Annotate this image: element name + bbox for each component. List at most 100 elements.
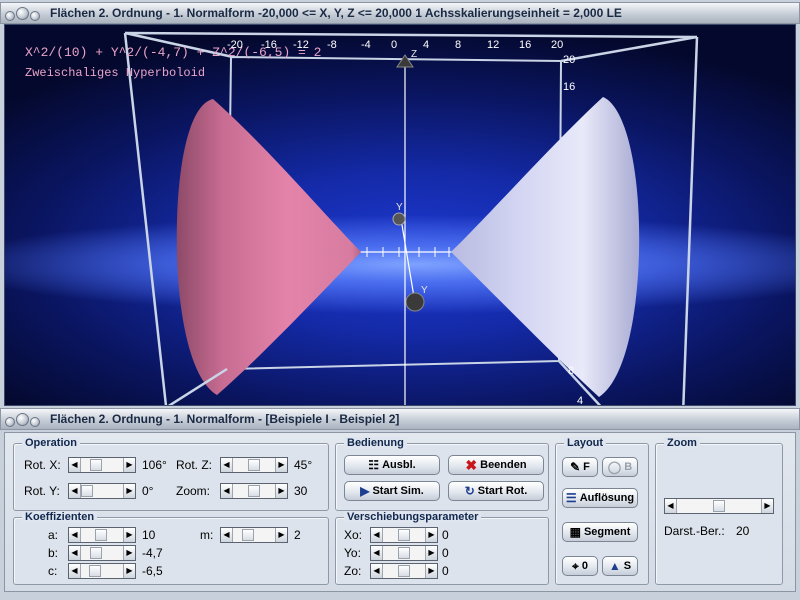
coef-m-value: 2 xyxy=(294,528,301,542)
slider-thumb[interactable] xyxy=(248,485,260,497)
slider-thumb[interactable] xyxy=(90,547,102,559)
3d-view[interactable]: X^2/(10) + Y^2/(-4,7) + Z^2/(-6,5) = 2 Z… xyxy=(4,24,796,406)
rot-y-slider[interactable]: ◀ ▶ xyxy=(68,483,136,499)
eraser-icon: ▲ xyxy=(608,559,621,573)
app-window: Flächen 2. Ordnung - 1. Normalform -20,0… xyxy=(0,0,800,600)
slider-thumb[interactable] xyxy=(242,529,254,541)
slider-left-arrow-icon[interactable]: ◀ xyxy=(221,458,233,472)
slider-right-arrow-icon[interactable]: ▶ xyxy=(123,546,135,560)
coef-c-label: c: xyxy=(48,564,58,578)
slider-thumb[interactable] xyxy=(95,529,107,541)
b-button-label: B xyxy=(624,461,633,473)
slider-left-arrow-icon[interactable]: ◀ xyxy=(69,484,81,498)
slider-right-arrow-icon[interactable]: ▶ xyxy=(123,484,135,498)
slider-thumb[interactable] xyxy=(713,500,725,512)
zero-button[interactable]: ⌖ 0 xyxy=(562,556,598,576)
rot-z-slider[interactable]: ◀ ▶ xyxy=(220,457,288,473)
top-tick-label: -16 xyxy=(261,39,277,51)
rot-x-slider[interactable]: ◀ ▶ xyxy=(68,457,136,473)
panel-control-small-1-icon[interactable] xyxy=(5,417,15,427)
window-control-icon[interactable] xyxy=(16,6,29,20)
coef-b-slider[interactable]: ◀ ▶ xyxy=(68,545,136,561)
slider-right-arrow-icon[interactable]: ▶ xyxy=(425,564,437,578)
slider-right-arrow-icon[interactable]: ▶ xyxy=(123,528,135,542)
start-sim-button[interactable]: ▶ Start Sim. xyxy=(344,481,440,501)
coef-c-slider[interactable]: ◀ ▶ xyxy=(68,563,136,579)
slider-right-arrow-icon[interactable]: ▶ xyxy=(761,499,773,513)
coef-m-label: m: xyxy=(200,528,214,542)
slider-left-arrow-icon[interactable]: ◀ xyxy=(371,564,383,578)
right-tick-label: 20 xyxy=(563,54,576,66)
start-rot-button[interactable]: ↻ Start Rot. xyxy=(448,481,544,501)
slider-right-arrow-icon[interactable]: ▶ xyxy=(425,528,437,542)
s-button[interactable]: ▲ S xyxy=(602,556,638,576)
zoom-label: Zoom: xyxy=(176,484,211,498)
rotate-icon: ↻ xyxy=(464,484,475,498)
coef-a-slider[interactable]: ◀ ▶ xyxy=(68,527,136,543)
bedienung-group: Bedienung ☷ Ausbl. ✖ Beenden ▶ Start Sim… xyxy=(335,437,549,511)
main-titlebar[interactable]: Flächen 2. Ordnung - 1. Normalform -20,0… xyxy=(0,2,800,24)
zo-slider[interactable]: ◀ ▶ xyxy=(370,563,438,579)
window-control-small-2-icon[interactable] xyxy=(30,11,40,21)
ausbl-button[interactable]: ☷ Ausbl. xyxy=(344,455,440,475)
slider-thumb[interactable] xyxy=(89,565,101,577)
yo-slider[interactable]: ◀ ▶ xyxy=(370,545,438,561)
segment-button-label: Segment xyxy=(583,526,631,538)
slider-left-arrow-icon[interactable]: ◀ xyxy=(221,528,233,542)
coef-m-slider[interactable]: ◀ ▶ xyxy=(220,527,288,543)
slider-right-arrow-icon[interactable]: ▶ xyxy=(275,458,287,472)
slider-thumb[interactable] xyxy=(90,459,102,471)
slider-thumb[interactable] xyxy=(398,547,410,559)
slider-left-arrow-icon[interactable]: ◀ xyxy=(665,499,677,513)
layout-group-title: Layout xyxy=(564,437,607,449)
table-icon: ▦ xyxy=(569,525,581,539)
slider-left-arrow-icon[interactable]: ◀ xyxy=(69,458,81,472)
bedienung-group-title: Bedienung xyxy=(344,437,407,449)
brush-icon: ✎ xyxy=(570,460,581,474)
window-control-small-1-icon[interactable] xyxy=(5,11,15,21)
slider-left-arrow-icon[interactable]: ◀ xyxy=(221,484,233,498)
b-button[interactable]: ◯ B xyxy=(602,457,638,477)
y-axis-label-top: Y xyxy=(396,202,403,213)
panel-control-icon[interactable] xyxy=(16,412,29,426)
hyperboloid-sheet-right xyxy=(451,97,640,397)
slider-left-arrow-icon[interactable]: ◀ xyxy=(69,528,81,542)
window-title: Flächen 2. Ordnung - 1. Normalform -20,0… xyxy=(50,6,622,20)
slider-left-arrow-icon[interactable]: ◀ xyxy=(69,564,81,578)
slider-left-arrow-icon[interactable]: ◀ xyxy=(69,546,81,560)
operation-group: Operation Rot. X: ◀ ▶ 106° Rot. Z: ◀ ▶ 4… xyxy=(13,437,329,511)
f-button[interactable]: ✎ F xyxy=(562,457,598,477)
y-axis-ball-top-icon xyxy=(392,212,406,226)
slider-right-arrow-icon[interactable]: ▶ xyxy=(123,564,135,578)
zoom-slider[interactable]: ◀ ▶ xyxy=(220,483,288,499)
slider-thumb[interactable] xyxy=(248,459,260,471)
xo-slider[interactable]: ◀ ▶ xyxy=(370,527,438,543)
darst-ber-slider[interactable]: ◀ ▶ xyxy=(664,498,774,514)
panel-titlebar[interactable]: Flächen 2. Ordnung - 1. Normalform - [Be… xyxy=(0,408,800,430)
aufloesung-button-label: Auflösung xyxy=(579,492,635,504)
rot-z-label: Rot. Z: xyxy=(176,458,213,472)
slider-right-arrow-icon[interactable]: ▶ xyxy=(425,546,437,560)
slider-right-arrow-icon[interactable]: ▶ xyxy=(123,458,135,472)
slider-thumb[interactable] xyxy=(398,529,410,541)
slider-thumb[interactable] xyxy=(81,485,93,497)
slider-left-arrow-icon[interactable]: ◀ xyxy=(371,546,383,560)
top-tick-label: 0 xyxy=(391,39,398,51)
darst-ber-label: Darst.-Ber.: xyxy=(664,524,725,538)
beenden-button[interactable]: ✖ Beenden xyxy=(448,455,544,475)
zero-button-label: 0 xyxy=(581,560,588,572)
verschiebung-group: Verschiebungsparameter Xo: ◀ ▶ 0 Yo: ◀ ▶… xyxy=(335,511,549,585)
slider-right-arrow-icon[interactable]: ▶ xyxy=(275,484,287,498)
segment-button[interactable]: ▦ Segment xyxy=(562,522,638,542)
aufloesung-button[interactable]: ☰ Auflösung xyxy=(562,488,638,508)
slider-right-arrow-icon[interactable]: ▶ xyxy=(275,528,287,542)
play-icon: ▶ xyxy=(360,484,370,498)
z-axis-label: Z xyxy=(411,49,418,60)
coef-a-value: 10 xyxy=(142,528,156,542)
slider-thumb[interactable] xyxy=(398,565,410,577)
slider-left-arrow-icon[interactable]: ◀ xyxy=(371,528,383,542)
coef-b-value: -4,7 xyxy=(142,546,163,560)
xo-value: 0 xyxy=(442,528,449,542)
zo-value: 0 xyxy=(442,564,449,578)
panel-control-small-2-icon[interactable] xyxy=(30,417,40,427)
